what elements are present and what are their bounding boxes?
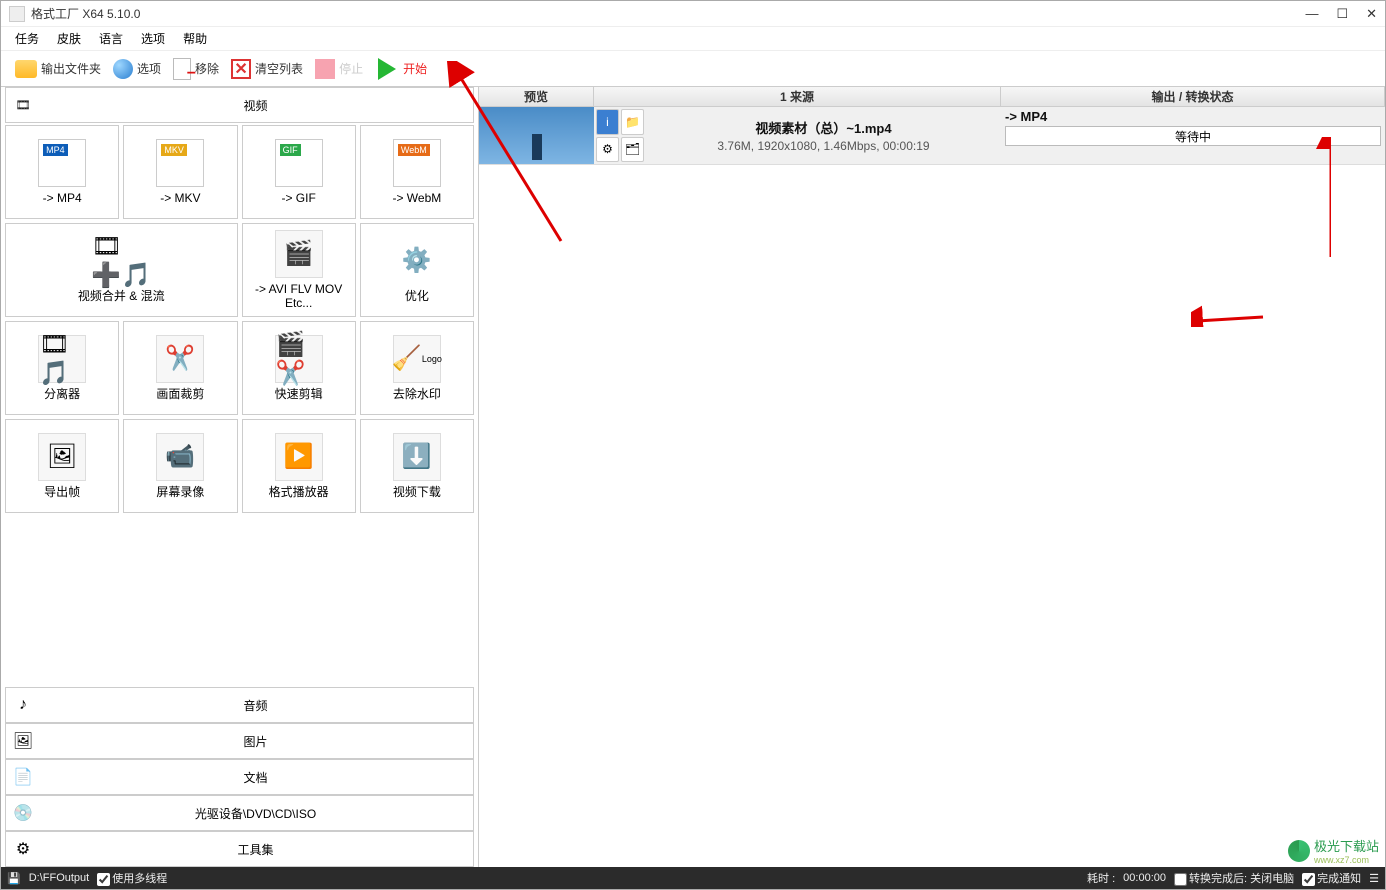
output-path[interactable]: D:\FFOutput	[29, 872, 90, 884]
menu-option[interactable]: 选项	[141, 30, 165, 47]
accordion-audio[interactable]: ♪音频	[5, 687, 474, 723]
status-menu-icon[interactable]: ☰	[1369, 872, 1379, 885]
cell-remove-wm[interactable]: 🧹Logo去除水印	[360, 321, 474, 415]
options-icon	[113, 59, 133, 79]
col-source[interactable]: 1 来源	[594, 87, 1001, 106]
title-bar: 格式工厂 X64 5.10.0 — ☐ ✕	[1, 1, 1385, 27]
media-icon[interactable]: 🗂	[621, 137, 644, 163]
elapsed-value: 00:00:00	[1123, 872, 1166, 884]
cell-mkv[interactable]: -> MKV	[123, 125, 237, 219]
output-folder-label: 输出文件夹	[41, 60, 101, 77]
film-icon: 🎞	[10, 93, 36, 117]
output-folder-button[interactable]: 输出文件夹	[11, 58, 105, 80]
menu-language[interactable]: 语言	[99, 30, 123, 47]
cell-crop[interactable]: ✂️画面裁剪	[123, 321, 237, 415]
accordion-document[interactable]: 📄文档	[5, 759, 474, 795]
play-icon	[378, 58, 396, 80]
stop-label: 停止	[339, 60, 363, 77]
remove-button[interactable]: 移除	[169, 56, 223, 82]
notify-toggle[interactable]: 完成通知	[1302, 870, 1361, 886]
output-format: -> MP4	[1005, 109, 1381, 124]
stop-icon	[315, 59, 335, 79]
accordion-toolset[interactable]: ⚙工具集	[5, 831, 474, 867]
accordion-video[interactable]: 🎞 视频	[5, 87, 474, 123]
minimize-button[interactable]: —	[1305, 6, 1318, 22]
disc-icon: 💿	[10, 801, 36, 825]
clear-list-button[interactable]: ✕ 清空列表	[227, 57, 307, 81]
cell-optimize[interactable]: ⚙️优化	[360, 223, 474, 317]
col-preview[interactable]: 预览	[479, 87, 594, 106]
stop-button[interactable]: 停止	[311, 57, 367, 81]
save-icon: 💾	[7, 872, 21, 885]
menu-task[interactable]: 任务	[15, 30, 39, 47]
clear-icon: ✕	[231, 59, 251, 79]
clear-label: 清空列表	[255, 60, 303, 77]
output-status: 等待中	[1005, 126, 1381, 146]
image-icon: 🖼	[10, 729, 36, 753]
options-button[interactable]: 选项	[109, 57, 165, 81]
cell-gif[interactable]: -> GIF	[242, 125, 356, 219]
window-title: 格式工厂 X64 5.10.0	[31, 5, 140, 22]
row-action-icons: i 📁 ⚙ 🗂	[594, 107, 646, 164]
remove-icon	[173, 58, 191, 80]
close-button[interactable]: ✕	[1366, 6, 1377, 22]
video-label: 视频	[42, 97, 469, 114]
cell-player[interactable]: ▶️格式播放器	[242, 419, 356, 513]
cell-downloader[interactable]: ⬇️视频下载	[360, 419, 474, 513]
accordion-rom[interactable]: 💿光驱设备\DVD\CD\ISO	[5, 795, 474, 831]
cell-webm[interactable]: -> WebM	[360, 125, 474, 219]
menu-help[interactable]: 帮助	[183, 30, 207, 47]
folder-icon	[15, 60, 37, 78]
gear-icon: ⚙	[10, 837, 36, 861]
remove-label: 移除	[195, 60, 219, 77]
cell-merge[interactable]: 🎞➕🎵视频合并 & 混流	[5, 223, 238, 317]
video-grid: -> MP4 -> MKV -> GIF -> WebM 🎞➕🎵视频合并 & 混…	[5, 125, 474, 513]
multithread-toggle[interactable]: 使用多线程	[97, 870, 167, 886]
cell-export-frame[interactable]: 🖼导出帧	[5, 419, 119, 513]
start-button[interactable]: 开始	[371, 55, 431, 83]
watermark: 极光下载站www.xz7.com	[1288, 836, 1379, 865]
task-row[interactable]: i 📁 ⚙ 🗂 视频素材（总）~1.mp4 3.76M, 1920x1080, …	[479, 107, 1385, 165]
task-header: 预览 1 来源 输出 / 转换状态	[479, 87, 1385, 107]
menu-bar: 任务 皮肤 语言 选项 帮助	[1, 27, 1385, 51]
watermark-icon	[1288, 840, 1310, 862]
folder-icon[interactable]: 📁	[621, 109, 644, 135]
task-panel: 预览 1 来源 输出 / 转换状态 i 📁 ⚙ 🗂 视频素材（总）~1.mp4 …	[479, 87, 1385, 867]
source-filename: 视频素材（总）~1.mp4	[755, 118, 891, 137]
settings-icon[interactable]: ⚙	[596, 137, 619, 163]
music-icon: ♪	[10, 693, 36, 717]
cell-mp4[interactable]: -> MP4	[5, 125, 119, 219]
preview-thumbnail	[479, 107, 594, 164]
accordion-image[interactable]: 🖼图片	[5, 723, 474, 759]
watermark-site: www.xz7.com	[1314, 855, 1379, 865]
cell-quick-cut[interactable]: 🎬✂️快速剪辑	[242, 321, 356, 415]
cell-more-fmt[interactable]: 🎬-> AVI FLV MOV Etc...	[242, 223, 356, 317]
app-icon	[9, 6, 25, 22]
status-bar: 💾 D:\FFOutput 使用多线程 耗时 : 00:00:00 转换完成后:…	[1, 867, 1385, 889]
elapsed-label: 耗时 :	[1087, 870, 1115, 886]
maximize-button[interactable]: ☐	[1336, 6, 1348, 22]
cell-screen-rec[interactable]: 📹屏幕录像	[123, 419, 237, 513]
side-panel: 🎞 视频 -> MP4 -> MKV -> GIF -> WebM 🎞➕🎵视频合…	[1, 87, 479, 867]
options-label: 选项	[137, 60, 161, 77]
info-icon[interactable]: i	[596, 109, 619, 135]
menu-skin[interactable]: 皮肤	[57, 30, 81, 47]
shutdown-toggle[interactable]: 转换完成后: 关闭电脑	[1174, 870, 1294, 886]
col-output[interactable]: 输出 / 转换状态	[1001, 87, 1385, 106]
source-meta: 3.76M, 1920x1080, 1.46Mbps, 00:00:19	[717, 139, 929, 153]
document-icon: 📄	[10, 765, 36, 789]
start-label: 开始	[403, 60, 427, 77]
cell-separator[interactable]: 🎞🎵分离器	[5, 321, 119, 415]
toolbar: 输出文件夹 选项 移除 ✕ 清空列表 停止 开始	[1, 51, 1385, 87]
watermark-text: 极光下载站	[1314, 836, 1379, 855]
